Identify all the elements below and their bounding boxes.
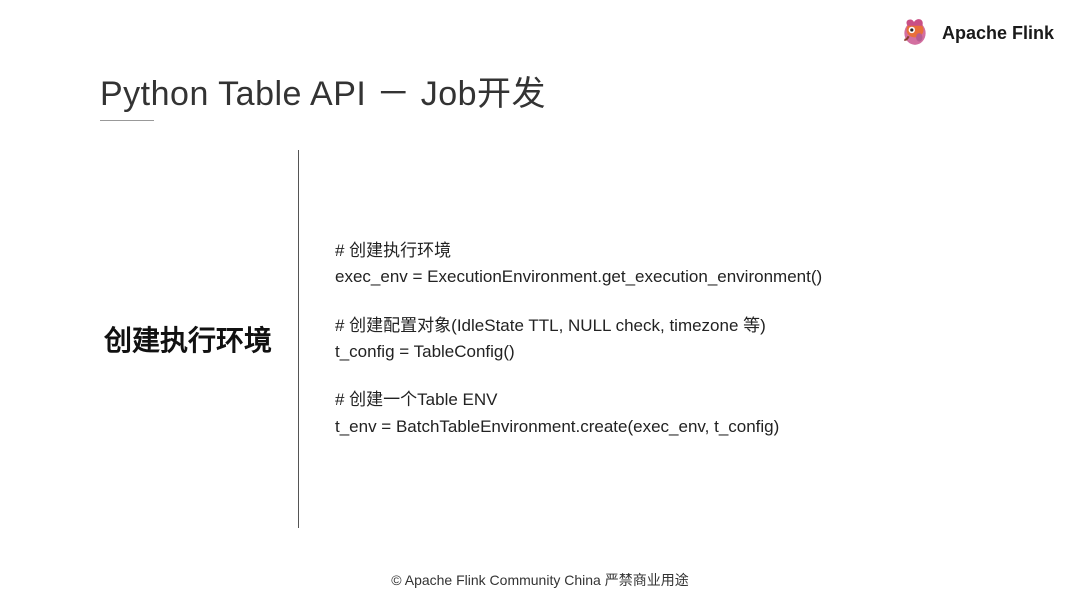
code-comment: # 创建配置对象(IdleState TTL, NULL check, time… — [335, 313, 1020, 339]
code-line: t_env = BatchTableEnvironment.create(exe… — [335, 414, 1020, 440]
flink-logo-icon — [898, 14, 932, 53]
blank-line — [335, 365, 1020, 387]
brand-header: Apache Flink — [898, 14, 1054, 53]
code-line: exec_env = ExecutionEnvironment.get_exec… — [335, 264, 1020, 290]
footer-copyright: © Apache Flink Community China 严禁商业用途 — [0, 570, 1080, 590]
code-comment: # 创建执行环境 — [335, 238, 1020, 264]
content-area: 创建执行环境 # 创建执行环境 exec_env = ExecutionEnvi… — [90, 150, 1020, 528]
code-line: t_config = TableConfig() — [335, 339, 1020, 365]
code-column: # 创建执行环境 exec_env = ExecutionEnvironment… — [335, 150, 1020, 528]
blank-line — [335, 291, 1020, 313]
title-underline — [100, 120, 154, 121]
code-comment: # 创建一个Table ENV — [335, 387, 1020, 413]
page-title: Python Table API － Job开发 — [100, 66, 546, 115]
section-label-column: 创建执行环境 — [90, 150, 290, 528]
brand-name: Apache Flink — [942, 23, 1054, 44]
vertical-divider — [298, 150, 299, 528]
section-label: 创建执行环境 — [104, 319, 272, 359]
